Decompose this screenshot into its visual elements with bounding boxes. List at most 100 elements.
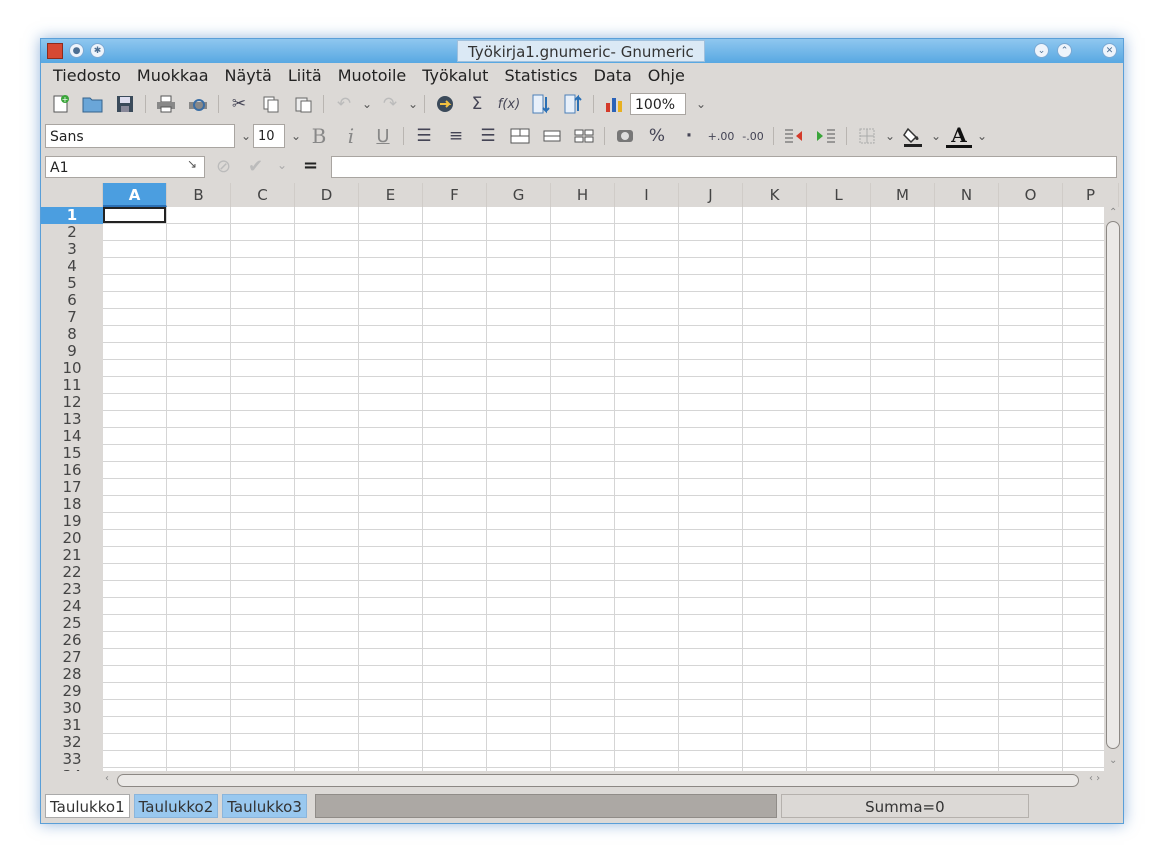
- column-header[interactable]: B: [167, 183, 231, 207]
- thousands-separator-icon[interactable]: ·: [676, 124, 702, 148]
- menu-muokkaa[interactable]: Muokkaa: [129, 64, 217, 88]
- row-header[interactable]: 12: [41, 394, 103, 411]
- column-header[interactable]: N: [935, 183, 999, 207]
- column-header[interactable]: M: [871, 183, 935, 207]
- cancel-edit-icon[interactable]: ⊘: [216, 156, 231, 177]
- column-header[interactable]: O: [999, 183, 1063, 207]
- row-header[interactable]: 10: [41, 360, 103, 377]
- autosum-icon[interactable]: Σ: [464, 92, 490, 116]
- sheet-tab-taulukko3[interactable]: Taulukko3: [222, 794, 307, 818]
- formula-input[interactable]: [331, 156, 1117, 178]
- row-header[interactable]: 32: [41, 734, 103, 751]
- row-header[interactable]: 16: [41, 462, 103, 479]
- row-header[interactable]: 27: [41, 649, 103, 666]
- accept-edit-icon[interactable]: ✔: [248, 156, 263, 177]
- background-color-dropdown-icon[interactable]: ⌄: [929, 129, 943, 143]
- row-header[interactable]: 2: [41, 224, 103, 241]
- row-header[interactable]: 15: [41, 445, 103, 462]
- function-wizard-icon[interactable]: f(x): [496, 92, 522, 116]
- spreadsheet-grid[interactable]: [103, 207, 1104, 771]
- column-header[interactable]: E: [359, 183, 423, 207]
- save-icon[interactable]: [112, 92, 138, 116]
- align-right-icon[interactable]: ☰: [475, 124, 501, 148]
- title-bar[interactable]: ● ✱ Työkirja1.gnumeric- Gnumeric ⌄ ⌃ ✕: [41, 39, 1123, 63]
- font-color-icon[interactable]: A: [946, 125, 972, 148]
- column-header[interactable]: P: [1063, 183, 1119, 207]
- column-header[interactable]: K: [743, 183, 807, 207]
- menu-data[interactable]: Data: [586, 64, 640, 88]
- row-header[interactable]: 1: [41, 207, 103, 224]
- undo-dropdown-icon[interactable]: ⌄: [360, 97, 374, 111]
- row-header[interactable]: 21: [41, 547, 103, 564]
- print-icon[interactable]: [153, 92, 179, 116]
- open-file-icon[interactable]: [80, 92, 106, 116]
- font-name-dropdown-icon[interactable]: ⌄: [239, 129, 253, 143]
- increase-indent-icon[interactable]: [813, 124, 839, 148]
- row-header[interactable]: 4: [41, 258, 103, 275]
- row-header[interactable]: 6: [41, 292, 103, 309]
- column-header[interactable]: G: [487, 183, 551, 207]
- column-header[interactable]: D: [295, 183, 359, 207]
- font-size-dropdown-icon[interactable]: ⌄: [289, 129, 303, 143]
- decrease-indent-icon[interactable]: [781, 124, 807, 148]
- row-header[interactable]: 19: [41, 513, 103, 530]
- minimize-icon[interactable]: ⌄: [1034, 43, 1049, 58]
- row-header[interactable]: 22: [41, 564, 103, 581]
- chart-icon[interactable]: [601, 92, 627, 116]
- sort-ascending-icon[interactable]: [528, 92, 554, 116]
- hyperlink-icon[interactable]: [432, 92, 458, 116]
- column-header[interactable]: I: [615, 183, 679, 207]
- row-header[interactable]: 18: [41, 496, 103, 513]
- vertical-scroll-thumb[interactable]: [1106, 221, 1120, 749]
- select-all-corner[interactable]: [41, 183, 103, 207]
- horizontal-scroll-thumb[interactable]: [117, 774, 1079, 787]
- column-header[interactable]: A: [103, 183, 167, 207]
- scroll-down-icon[interactable]: ⌄: [1109, 755, 1117, 766]
- merge-cells-icon[interactable]: [539, 124, 565, 148]
- font-name-field[interactable]: Sans: [45, 124, 235, 148]
- scroll-right-icon[interactable]: ‹ ›: [1089, 773, 1100, 784]
- row-header[interactable]: 23: [41, 581, 103, 598]
- unmerge-cells-icon[interactable]: [571, 124, 597, 148]
- borders-icon[interactable]: [854, 124, 880, 148]
- print-preview-icon[interactable]: [185, 92, 211, 116]
- row-header[interactable]: 30: [41, 700, 103, 717]
- background-color-icon[interactable]: [900, 124, 926, 148]
- center-across-selection-icon[interactable]: [507, 124, 533, 148]
- currency-format-icon[interactable]: [612, 124, 638, 148]
- decrease-decimals-icon[interactable]: -.00: [740, 124, 766, 148]
- percent-format-icon[interactable]: %: [644, 124, 670, 148]
- row-header[interactable]: 13: [41, 411, 103, 428]
- autoexpr-summary[interactable]: Summa=0: [780, 794, 1029, 818]
- column-header[interactable]: F: [423, 183, 487, 207]
- align-center-icon[interactable]: ≡: [443, 124, 469, 148]
- cell-reference-field[interactable]: A1: [45, 156, 205, 178]
- borders-dropdown-icon[interactable]: ⌄: [883, 129, 897, 143]
- redo-icon[interactable]: ↷: [377, 92, 403, 116]
- row-header[interactable]: 28: [41, 666, 103, 683]
- underline-icon[interactable]: U: [370, 124, 396, 148]
- accept-dropdown-icon[interactable]: ⌄: [277, 158, 287, 172]
- menu-liita[interactable]: Liitä: [280, 64, 330, 88]
- copy-icon[interactable]: [258, 92, 284, 116]
- column-header[interactable]: H: [551, 183, 615, 207]
- paste-icon[interactable]: [290, 92, 316, 116]
- italic-icon[interactable]: i: [338, 124, 364, 148]
- app-menu-icon[interactable]: [47, 43, 63, 59]
- row-header[interactable]: 24: [41, 598, 103, 615]
- sheet-tab-taulukko2[interactable]: Taulukko2: [133, 794, 219, 818]
- menu-ohje[interactable]: Ohje: [640, 64, 693, 88]
- menu-tiedosto[interactable]: Tiedosto: [45, 64, 129, 88]
- font-color-dropdown-icon[interactable]: ⌄: [975, 129, 989, 143]
- vertical-scrollbar[interactable]: ⌃ ⌄: [1104, 207, 1123, 771]
- on-all-desktops-icon[interactable]: ✱: [90, 43, 105, 58]
- scroll-up-icon[interactable]: ⌃: [1109, 207, 1117, 218]
- row-header[interactable]: 34: [41, 768, 103, 772]
- maximize-icon[interactable]: ⌃: [1057, 43, 1072, 58]
- menu-nayta[interactable]: Näytä: [217, 64, 280, 88]
- bold-icon[interactable]: B: [306, 124, 332, 148]
- column-header[interactable]: C: [231, 183, 295, 207]
- column-header[interactable]: L: [807, 183, 871, 207]
- row-header[interactable]: 26: [41, 632, 103, 649]
- row-header[interactable]: 11: [41, 377, 103, 394]
